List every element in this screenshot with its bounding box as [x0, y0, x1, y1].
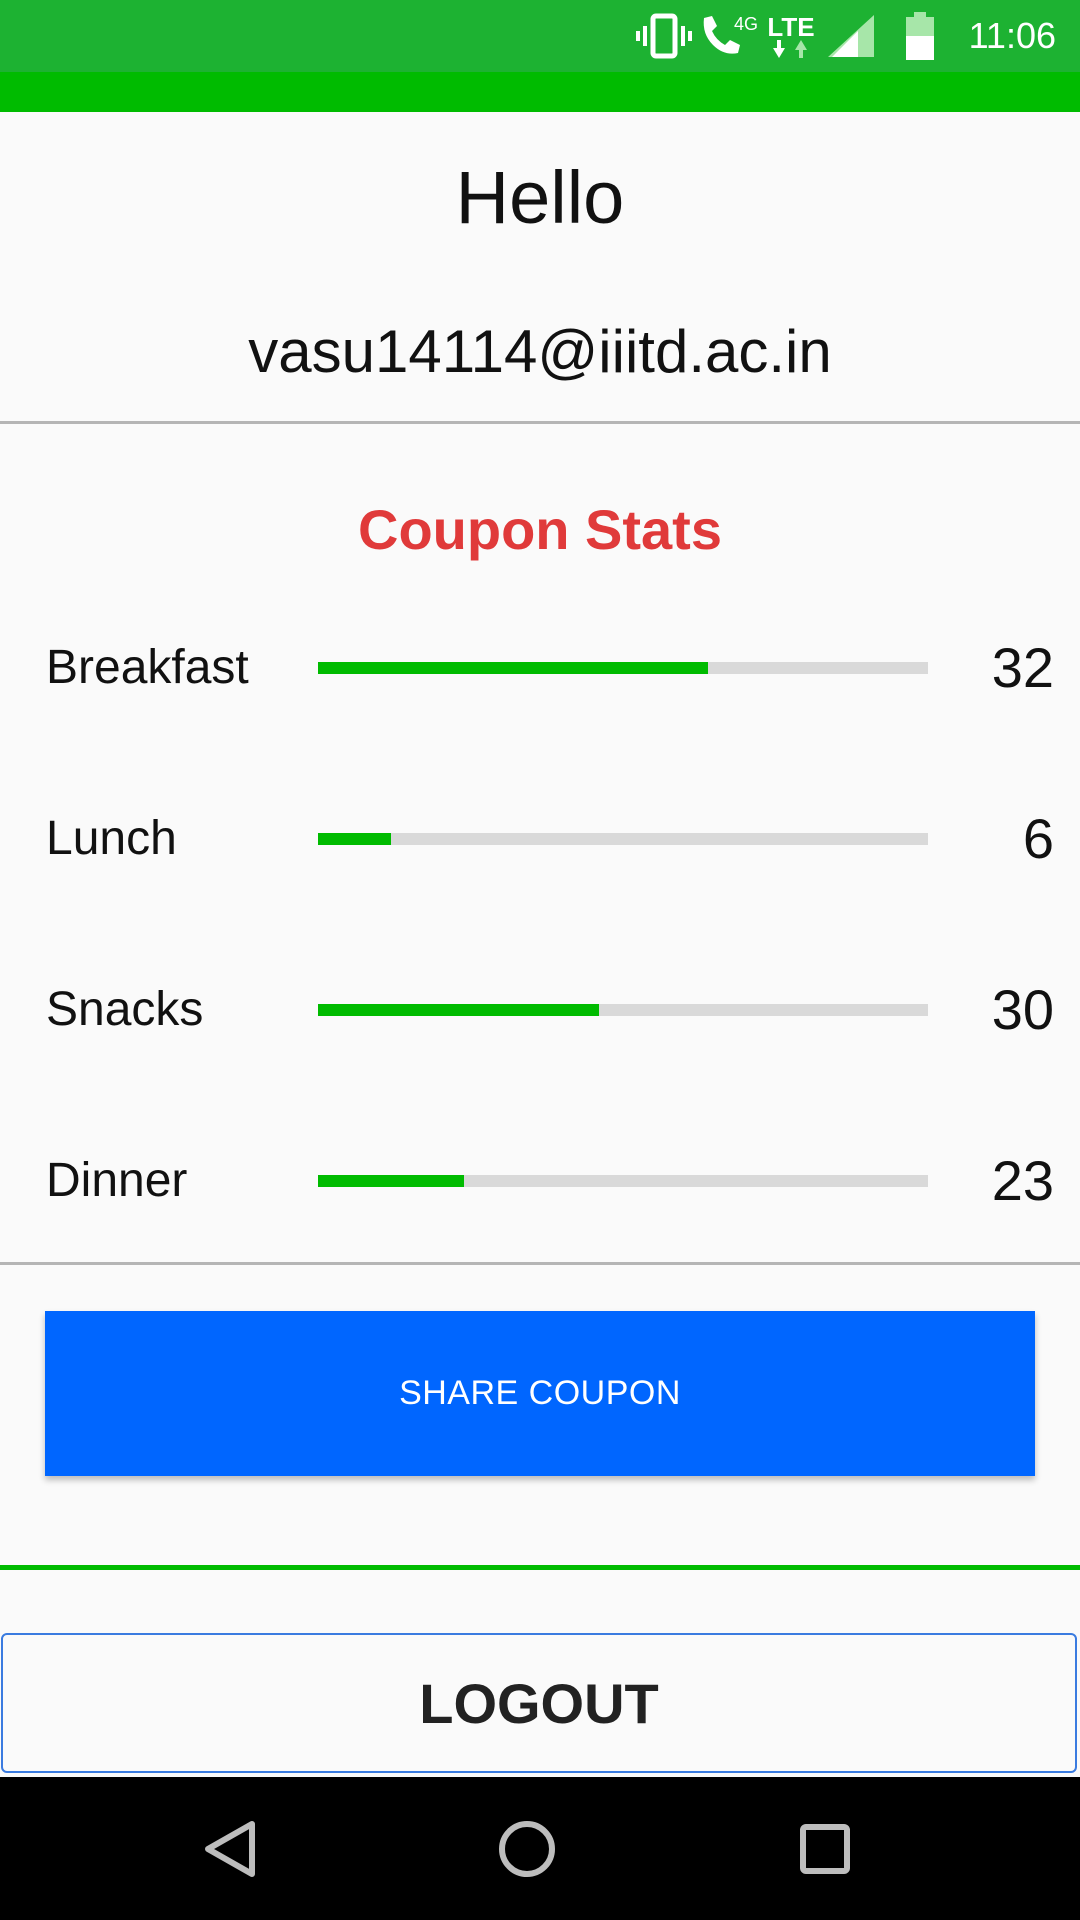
home-icon[interactable] [457, 1777, 597, 1920]
recents-icon[interactable] [755, 1777, 895, 1920]
stat-row-breakfast: Breakfast 32 [0, 618, 1080, 718]
stat-progress-fill [318, 1175, 465, 1187]
lte-label: LTE [767, 12, 815, 42]
stat-progress-fill [318, 662, 709, 674]
stat-row-dinner: Dinner 23 [0, 1131, 1080, 1231]
network-type-label: 4G [734, 14, 758, 34]
call-icon: 4G [698, 0, 762, 72]
stat-label: Lunch [46, 812, 177, 865]
logout-button[interactable]: LOGOUT [1, 1633, 1077, 1773]
green-divider [0, 1565, 1080, 1570]
stat-row-lunch: Lunch 6 [0, 789, 1080, 889]
stat-progress-fill [318, 833, 392, 845]
stat-progress-bar [318, 1004, 928, 1016]
vibrate-icon [636, 0, 692, 72]
status-bar: 4G LTE 11:06 [0, 0, 1080, 72]
stat-value: 6 [1022, 807, 1054, 870]
coupon-stats-title: Coupon Stats [358, 498, 722, 561]
navigation-bar [0, 1777, 1080, 1920]
stat-row-snacks: Snacks 30 [0, 960, 1080, 1060]
signal-icon [826, 0, 876, 72]
stat-label: Dinner [46, 1154, 188, 1207]
stat-progress-bar [318, 662, 928, 674]
battery-icon [900, 0, 940, 72]
stat-value: 30 [991, 978, 1054, 1041]
stat-progress-bar [318, 1175, 928, 1187]
stat-value: 32 [991, 636, 1054, 699]
stat-label: Snacks [46, 983, 204, 1036]
share-coupon-button[interactable]: SHARE COUPON [45, 1311, 1035, 1476]
back-icon[interactable] [160, 1777, 300, 1920]
stat-label: Breakfast [46, 641, 249, 694]
lte-icon: LTE [762, 0, 820, 72]
user-email: vasu14114@iiitd.ac.in [248, 318, 832, 385]
stat-value: 23 [991, 1149, 1054, 1212]
divider [0, 1262, 1080, 1265]
divider [0, 421, 1080, 424]
greeting-text: Hello [455, 156, 625, 239]
app-toolbar [0, 72, 1080, 112]
stat-progress-fill [318, 1004, 599, 1016]
status-time: 11:06 [968, 15, 1056, 56]
stat-progress-bar [318, 833, 928, 845]
